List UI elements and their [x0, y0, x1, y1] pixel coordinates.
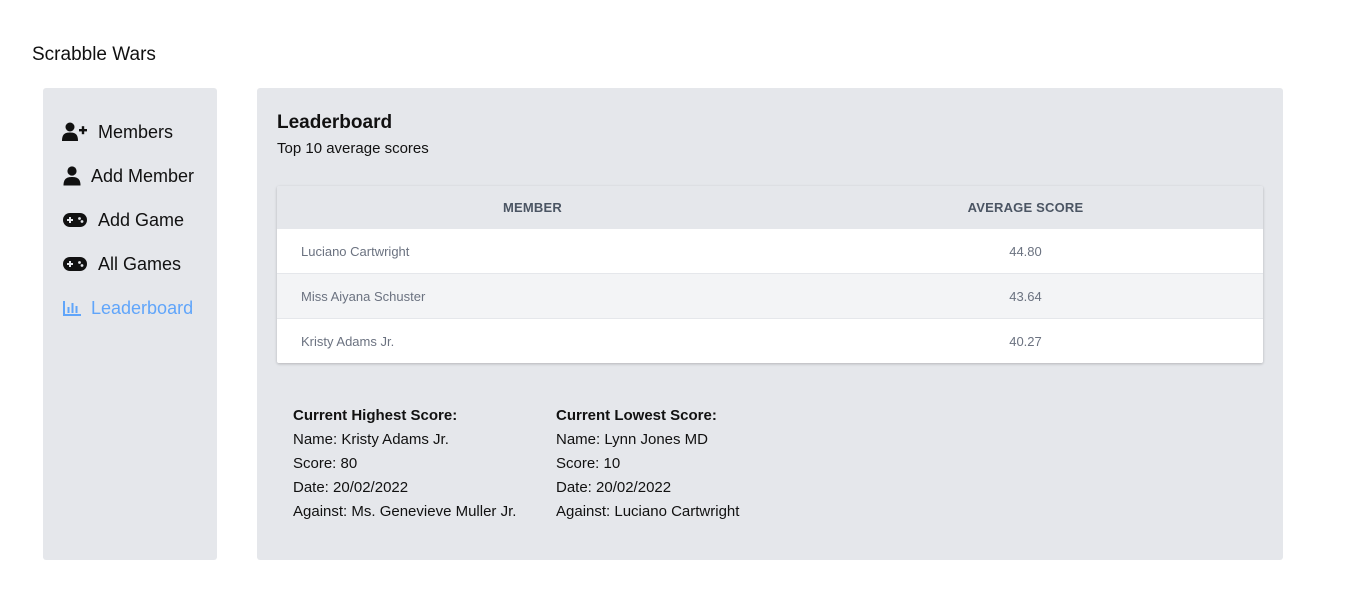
table-row[interactable]: Kristy Adams Jr. 40.27 [277, 318, 1263, 363]
table-row[interactable]: Luciano Cartwright 44.80 [277, 228, 1263, 273]
table-body: Luciano Cartwright 44.80 Miss Aiyana Sch… [277, 228, 1263, 363]
user-icon [62, 164, 82, 188]
member-name-cell: Kristy Adams Jr. [301, 333, 395, 349]
leaderboard-table: MEMBER AVERAGE SCORE Luciano Cartwright … [277, 186, 1263, 363]
average-score-cell: 43.64 [1009, 288, 1042, 304]
highest-score-name: Name: Kristy Adams Jr. [293, 431, 449, 448]
highest-score-card: Current Highest Score: Name: Kristy Adam… [293, 404, 516, 524]
average-score-cell: 40.27 [1009, 333, 1042, 349]
sidebar-item-all-games[interactable]: All Games [43, 242, 217, 286]
gamepad-icon [62, 208, 88, 232]
lowest-score-card: Current Lowest Score: Name: Lynn Jones M… [556, 404, 739, 524]
sidebar-item-members[interactable]: Members [43, 110, 217, 154]
table-row[interactable]: Miss Aiyana Schuster 43.64 [277, 273, 1263, 318]
column-header-average-score[interactable]: AVERAGE SCORE [788, 186, 1263, 228]
sidebar: Members Add Member Add Game All Games Le… [43, 88, 217, 560]
column-header-member[interactable]: MEMBER [277, 186, 788, 228]
gamepad-icon [62, 252, 88, 276]
bar-chart-icon [62, 296, 82, 320]
lowest-score-name: Name: Lynn Jones MD [556, 431, 709, 448]
app-title: Scrabble Wars [32, 44, 156, 65]
member-name-cell: Luciano Cartwright [301, 243, 410, 259]
sidebar-item-label: All Games [98, 253, 182, 274]
highest-score-date: Date: 20/02/2022 [293, 479, 409, 496]
lowest-score-heading: Current Lowest Score: [556, 407, 717, 424]
sidebar-item-add-game[interactable]: Add Game [43, 198, 217, 242]
sidebar-item-label: Add Game [98, 209, 185, 230]
lowest-score-against: Against: Luciano Cartwright [556, 503, 740, 520]
lowest-score-date: Date: 20/02/2022 [556, 479, 672, 496]
page-title: Leaderboard [277, 112, 393, 133]
sidebar-item-label: Add Member [91, 165, 195, 186]
average-score-cell: 44.80 [1009, 243, 1042, 259]
highest-score-heading: Current Highest Score: [293, 407, 458, 424]
sidebar-item-label: Leaderboard [91, 297, 194, 318]
lowest-score-value: Score: 10 [556, 455, 621, 472]
sidebar-item-add-member[interactable]: Add Member [43, 154, 217, 198]
table-header: MEMBER AVERAGE SCORE [277, 186, 1263, 228]
member-name-cell: Miss Aiyana Schuster [301, 288, 426, 304]
highest-score-value: Score: 80 [293, 455, 358, 472]
highest-score-against: Against: Ms. Genevieve Muller Jr. [293, 503, 517, 520]
user-plus-icon [62, 120, 88, 144]
sidebar-item-leaderboard[interactable]: Leaderboard [43, 286, 217, 330]
leaderboard-panel: Leaderboard Top 10 average scores MEMBER… [257, 88, 1283, 560]
sidebar-item-label: Members [98, 121, 174, 142]
page-subtitle: Top 10 average scores [277, 140, 429, 157]
